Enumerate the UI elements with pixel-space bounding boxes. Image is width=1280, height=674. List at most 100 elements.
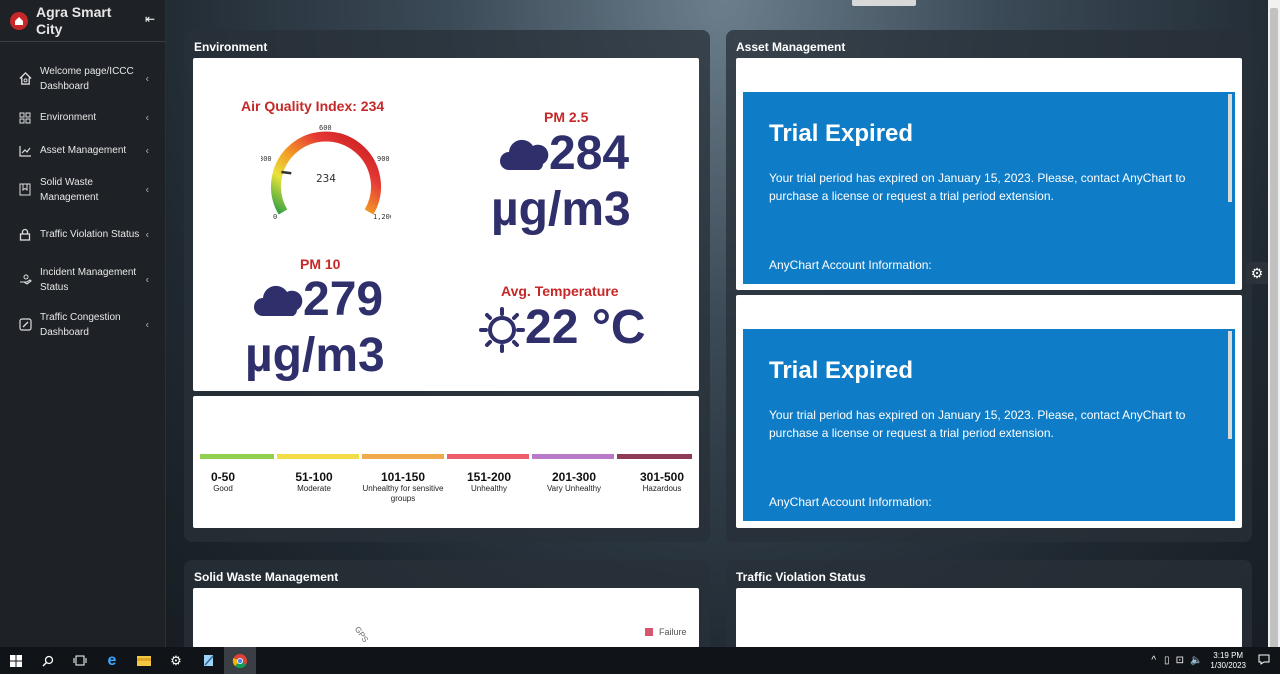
- chevron-left-icon: ‹: [145, 73, 149, 84]
- city-logo-icon: [10, 11, 28, 30]
- solid-waste-panel: Solid Waste Management GPS Failure: [184, 560, 710, 660]
- sidebar-item-label: Environment: [40, 112, 97, 123]
- sidebar-item-label: Solid Waste Management: [40, 176, 99, 203]
- aqi-legend-card: 0-50 Good 51-100 Moderate 101-150 Unheal…: [193, 396, 699, 528]
- sidebar-nav: Welcome page/ICCC Dashboard ‹ Environmen…: [0, 56, 165, 347]
- account-info-label: AnyChart Account Information:: [769, 495, 932, 509]
- pm10-unit: µg/m3: [245, 329, 385, 382]
- sidebar-item-environment[interactable]: Environment ‹: [0, 101, 165, 134]
- legend-color-bar: [362, 454, 444, 459]
- sidebar-item-welcome[interactable]: Welcome page/ICCC Dashboard ‹: [0, 56, 165, 101]
- legend-color-bar: [277, 454, 359, 459]
- legend-desc: Hazardous: [642, 484, 682, 493]
- settings-gear-icon[interactable]: ⚙: [1246, 262, 1268, 284]
- chevron-left-icon: ‹: [145, 145, 149, 156]
- legend-desc: Unhealthy: [470, 484, 508, 493]
- system-tray: ^ ▯ ⊡ 🔈 3:19 PM 1/30/2023: [1151, 647, 1270, 674]
- trial-expired-notice: Trial Expired Your trial period has expi…: [743, 329, 1235, 521]
- trial-expired-notice: Trial Expired Your trial period has expi…: [743, 92, 1235, 284]
- legend-range: 101-150: [380, 470, 426, 484]
- environment-metrics-card: Air Quality Index: 234 0 300 600 900 1,2…: [193, 58, 699, 391]
- bookmark-box-icon: [18, 183, 32, 197]
- notice-scrollbar[interactable]: [1228, 331, 1232, 439]
- clock-date: 1/30/2023: [1210, 660, 1246, 670]
- scrollbar-thumb[interactable]: [1270, 8, 1278, 648]
- internet-explorer-icon[interactable]: e: [96, 647, 128, 674]
- notifications-icon[interactable]: [1258, 654, 1270, 668]
- trial-message: Your trial period has expired on January…: [769, 171, 1186, 203]
- panel-title: Solid Waste Management: [194, 570, 339, 584]
- gauge-tick-label: 0: [273, 213, 277, 221]
- legend-desc: Moderate: [297, 484, 331, 493]
- chevron-left-icon: ‹: [145, 229, 149, 240]
- network-icon[interactable]: ⊡: [1176, 655, 1184, 666]
- panel-title: Asset Management: [736, 40, 846, 54]
- account-info-label: AnyChart Account Information:: [769, 258, 932, 272]
- legend-color-bar: [532, 454, 614, 459]
- asset-chart-card: Trial Expired Your trial period has expi…: [736, 58, 1242, 290]
- settings-app-icon[interactable]: ⚙: [160, 647, 192, 674]
- file-explorer-icon[interactable]: [128, 647, 160, 674]
- trial-heading: Trial Expired: [769, 357, 914, 384]
- lock-icon: [18, 228, 32, 242]
- aqi-gauge: 0 300 600 900 1,200 234: [261, 124, 391, 221]
- trial-message: Your trial period has expired on January…: [769, 408, 1186, 440]
- traffic-violation-chart-card: [736, 588, 1242, 648]
- usb-device-icon[interactable]: ▯: [1164, 655, 1170, 666]
- legend-swatch: [645, 628, 653, 636]
- pm25-label: PM 2.5: [544, 109, 589, 125]
- sun-icon: [479, 307, 525, 353]
- sidebar-item-traffic-violation[interactable]: Traffic Violation Status ‹: [0, 212, 165, 257]
- legend-desc: Good: [213, 484, 233, 493]
- legend-range: 0-50: [210, 470, 236, 484]
- asset-chart-card: Trial Expired Your trial period has expi…: [736, 295, 1242, 528]
- chevron-left-icon: ‹: [145, 184, 149, 195]
- chevron-up-icon[interactable]: ^: [1151, 655, 1156, 666]
- window-control-strip[interactable]: [852, 0, 916, 6]
- volume-icon[interactable]: 🔈: [1190, 655, 1202, 666]
- temperature-value: 22 °C: [525, 301, 646, 354]
- notepad-icon[interactable]: [192, 647, 224, 674]
- sidebar-item-incident-management[interactable]: Incident Management Status ‹: [0, 257, 165, 302]
- trial-heading: Trial Expired: [769, 120, 914, 147]
- cloud-icon: [254, 285, 303, 316]
- page-scrollbar[interactable]: [1268, 0, 1280, 648]
- taskbar-clock[interactable]: 3:19 PM 1/30/2023: [1210, 651, 1246, 671]
- gauge-tick-label: 1,200: [373, 213, 391, 221]
- sidebar: Agra Smart City ⇤ Welcome page/ICCC Dash…: [0, 0, 166, 647]
- sidebar-item-label: Welcome page/ICCC Dashboard: [40, 65, 134, 92]
- pm10-value: 279: [303, 273, 384, 326]
- clock-time: 3:19 PM: [1213, 650, 1244, 660]
- legend-label: Failure: [659, 627, 687, 637]
- windows-start-icon[interactable]: [0, 647, 32, 674]
- sidebar-item-asset-management[interactable]: Asset Management ‹: [0, 134, 165, 167]
- gauge-tick-label: 900: [377, 155, 390, 163]
- axis-label-fragment: GPS: [352, 624, 370, 645]
- notice-scrollbar[interactable]: [1228, 94, 1232, 202]
- aqi-label: Air Quality Index: 234: [241, 98, 385, 114]
- brand[interactable]: Agra Smart City ⇤: [0, 0, 165, 42]
- legend-range: 301-500: [639, 470, 685, 484]
- panel-title: Environment: [194, 40, 268, 54]
- panel-title: Traffic Violation Status: [736, 570, 866, 584]
- cloud-icon: [500, 139, 549, 170]
- home-gear-icon: [18, 72, 32, 86]
- asset-management-panel: Asset Management Trial Expired Your tria…: [726, 30, 1252, 542]
- traffic-violation-panel: Traffic Violation Status: [726, 560, 1252, 660]
- legend-color-bar: [200, 454, 274, 459]
- pm10-label: PM 10: [300, 256, 341, 272]
- chrome-icon[interactable]: [224, 647, 256, 674]
- chart-line-icon: [18, 144, 32, 158]
- pm25-value: 284: [549, 127, 630, 180]
- pm25-unit: µg/m3: [491, 183, 631, 236]
- environment-panel: Environment Air Quality Index: 234 0 300: [184, 30, 710, 542]
- task-view-icon[interactable]: [64, 647, 96, 674]
- sidebar-item-solid-waste[interactable]: Solid Waste Management ‹: [0, 167, 165, 212]
- legend-desc: Unhealthy for sensitive groups: [362, 484, 444, 503]
- collapse-sidebar-icon[interactable]: ⇤: [145, 12, 155, 26]
- sidebar-item-traffic-congestion[interactable]: Traffic Congestion Dashboard ‹: [0, 302, 165, 347]
- grid-icon: [18, 111, 32, 125]
- legend-color-bar: [447, 454, 529, 459]
- search-icon[interactable]: [32, 647, 64, 674]
- chevron-left-icon: ‹: [145, 112, 149, 123]
